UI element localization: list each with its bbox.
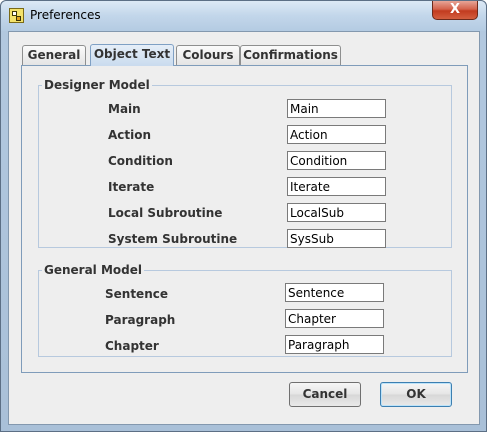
system-subroutine-label: System Subroutine [108, 232, 238, 246]
dialog-client-area: General Object Text Colours Confirmation… [8, 31, 480, 425]
tab-colours[interactable]: Colours [176, 45, 240, 65]
main-label: Main [108, 102, 141, 116]
paragraph-label: Paragraph [105, 313, 176, 327]
window-title: Preferences [30, 8, 101, 22]
iterate-label: Iterate [108, 180, 155, 194]
iterate-field[interactable] [287, 177, 386, 196]
chapter-label: Chapter [105, 339, 159, 353]
cancel-button[interactable]: Cancel [289, 382, 361, 407]
main-field[interactable] [287, 99, 386, 118]
sentence-label: Sentence [105, 287, 168, 301]
tab-confirmations[interactable]: Confirmations [240, 45, 341, 65]
condition-field[interactable] [287, 151, 386, 170]
sentence-field[interactable] [285, 283, 384, 302]
designer-model-legend: Designer Model [44, 78, 150, 92]
local-subroutine-field[interactable] [287, 203, 386, 222]
chapter-field[interactable] [285, 335, 384, 354]
preferences-window: Preferences X General Object Text Colour… [0, 0, 487, 432]
object-text-panel: Designer Model Main Action Condition Ite… [21, 65, 468, 373]
designer-model-group: Designer Model [38, 78, 452, 248]
tab-general[interactable]: General [22, 45, 86, 65]
action-label: Action [108, 128, 152, 142]
close-icon: X [449, 2, 461, 17]
action-field[interactable] [287, 125, 386, 144]
paragraph-field[interactable] [285, 309, 384, 328]
title-bar[interactable]: Preferences X [1, 1, 486, 31]
local-subroutine-label: Local Subroutine [108, 206, 223, 220]
close-button[interactable]: X [432, 1, 478, 20]
condition-label: Condition [108, 154, 173, 168]
general-model-group: General Model [38, 263, 452, 357]
tab-object-text[interactable]: Object Text [90, 44, 174, 66]
general-model-legend: General Model [44, 263, 143, 277]
ok-button[interactable]: OK [380, 382, 452, 407]
preferences-app-icon [9, 8, 24, 23]
system-subroutine-field[interactable] [287, 229, 386, 248]
